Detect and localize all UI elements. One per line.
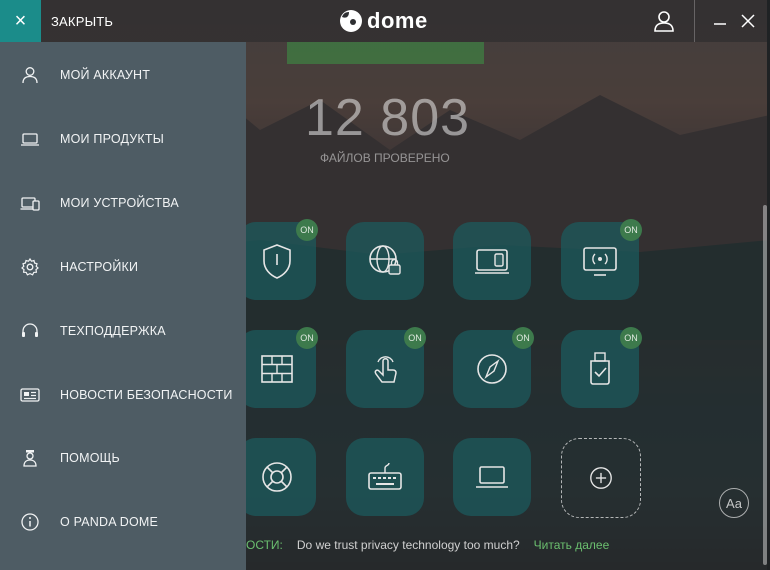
menu-item-settings[interactable]: НАСТРОЙКИ [0,247,246,287]
tile-rescue-kit[interactable] [238,438,316,516]
news-headline[interactable]: Do we trust privacy technology too much? [297,538,520,552]
on-badge: ON [512,327,534,349]
close-window-icon[interactable] [740,12,756,30]
compass-icon [477,354,507,384]
news-bar: ОСТИ: Do we trust privacy technology too … [246,538,609,552]
menu-item-label: НАСТРОЙКИ [60,260,139,274]
minimize-icon[interactable] [713,12,727,30]
font-size-button[interactable]: Aa [719,488,749,518]
menu-item-support[interactable]: ТЕХПОДДЕРЖКА [0,311,246,351]
on-badge: ON [620,219,642,241]
laptop-icon [476,466,508,488]
menu-item-about[interactable]: О PANDA DOME [0,502,246,542]
menu-item-security-news[interactable]: НОВОСТИ БЕЗОПАСНОСТИ [0,375,246,415]
wifi-monitor-icon [583,247,617,276]
menu-item-label: ПОМОЩЬ [60,451,120,465]
user-icon [20,65,40,85]
menu-item-label: НОВОСТИ БЕЗОПАСНОСТИ [60,388,233,402]
gear-icon [20,257,40,277]
menu-item-label: ТЕХПОДДЕРЖКА [60,324,166,338]
web-lock-icon [369,245,401,275]
close-menu-button[interactable]: × [0,0,41,42]
shield-icon [263,244,291,279]
laptop-icon [20,129,40,149]
tile-device-control[interactable] [453,222,531,300]
device-control-icon [475,249,509,274]
menu-item-my-devices[interactable]: МОИ УСТРОЙСТВА [0,183,246,223]
tile-web-protection[interactable] [346,222,424,300]
lifebuoy-icon [262,462,292,492]
menu-item-label: О PANDA DOME [60,515,159,529]
menu-item-label: МОЙ АККАУНТ [60,68,151,82]
keyboard-icon [368,462,402,490]
titlebar-divider [694,0,695,42]
firewall-icon [261,355,293,383]
on-badge: ON [296,327,318,349]
usb-icon [590,352,610,385]
on-badge: ON [404,327,426,349]
panda-logo-icon [340,10,362,32]
menu-item-my-products[interactable]: МОИ ПРОДУКТЫ [0,119,246,159]
menu-item-help[interactable]: ПОМОЩЬ [0,438,246,478]
add-module-button[interactable] [561,438,641,518]
headset-icon [20,321,40,341]
add-icon [590,467,612,489]
info-icon [20,512,40,532]
tile-pc-optimizer[interactable] [453,438,531,516]
read-more-link[interactable]: Читать далее [534,538,610,552]
touch-icon [374,356,397,383]
user-account-icon[interactable] [652,9,676,33]
files-scanned-count: 12 803 [305,89,471,147]
close-icon: × [14,10,27,32]
menu-item-label: МОИ ПРОДУКТЫ [60,132,165,146]
app-logo: dome [339,8,428,34]
close-menu-label[interactable]: ЗАКРЫТЬ [51,14,113,29]
logo-text: dome [367,8,428,33]
files-scanned-label: ФАЙЛОВ ПРОВЕРЕНО [320,151,450,165]
menu-item-my-account[interactable]: МОЙ АККАУНТ [0,55,246,95]
devices-icon [20,193,40,213]
menu-item-label: МОИ УСТРОЙСТВА [60,196,179,210]
side-menu: МОЙ АККАУНТ МОИ ПРОДУКТЫ МОИ УСТРОЙСТВА … [0,42,246,570]
news-icon [20,385,40,405]
on-badge: ON [296,219,318,241]
news-prefix: ОСТИ: [246,538,283,552]
on-badge: ON [620,327,642,349]
scan-progress-strip [287,42,484,64]
tile-virtual-keyboard[interactable] [346,438,424,516]
help-person-icon [20,448,40,468]
